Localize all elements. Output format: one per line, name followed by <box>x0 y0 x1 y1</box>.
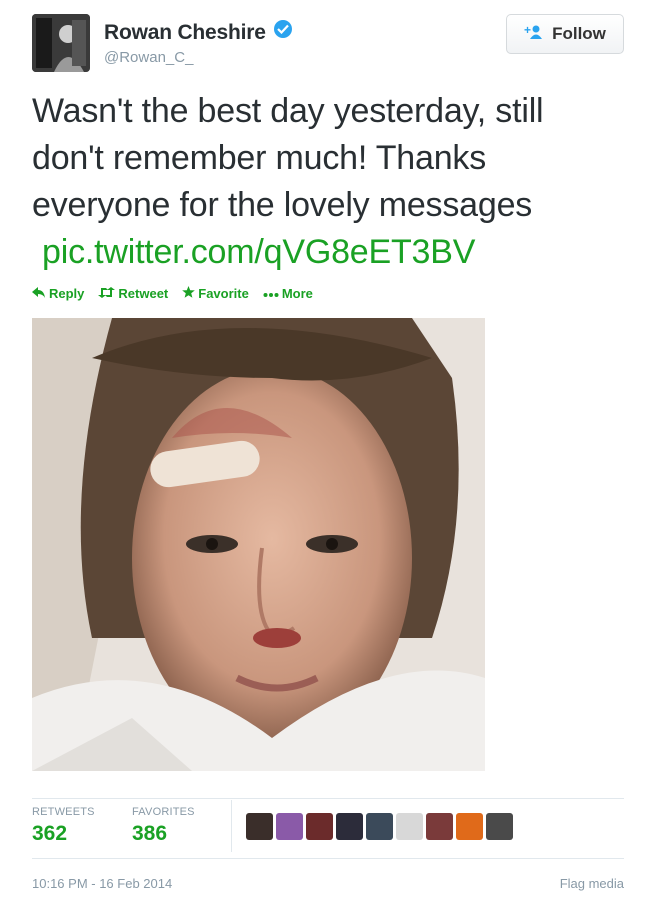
user-fullname[interactable]: Rowan Cheshire <box>104 21 266 44</box>
more-action[interactable]: More <box>263 286 313 301</box>
star-icon <box>182 286 196 301</box>
retweet-icon <box>98 286 116 301</box>
follow-button-label: Follow <box>552 24 606 43</box>
user-avatar[interactable] <box>32 14 90 72</box>
retweets-count: 362 <box>32 822 68 845</box>
favorites-count: 386 <box>132 822 168 845</box>
follow-button[interactable]: + Follow <box>506 14 624 54</box>
tweet-footer: 10:16 PM - 16 Feb 2014 Flag media <box>32 876 624 891</box>
reply-label: Reply <box>49 286 85 301</box>
favoriter-avatars <box>246 813 513 841</box>
favoriter-avatar[interactable] <box>336 813 363 840</box>
reply-icon <box>32 286 46 301</box>
tweet-text: Wasn't the best day yesterday, still don… <box>32 92 544 224</box>
more-dots-icon <box>263 286 279 301</box>
favorites-label: FAVORITES <box>132 806 195 818</box>
favoriter-avatar[interactable] <box>246 813 273 840</box>
tweet-photo[interactable] <box>32 318 485 771</box>
follow-user-icon: + <box>524 23 544 45</box>
favoriter-avatar[interactable] <box>276 813 303 840</box>
retweet-action[interactable]: Retweet <box>98 286 168 301</box>
favoriter-avatar[interactable] <box>486 813 513 840</box>
reply-action[interactable]: Reply <box>32 286 84 301</box>
stats-top-divider <box>32 798 624 799</box>
retweets-stat[interactable]: RETWEETS 362 <box>32 806 95 846</box>
more-label: More <box>281 286 313 301</box>
verified-badge-icon <box>274 20 293 38</box>
favoriter-avatar[interactable] <box>396 813 423 840</box>
user-identity: Rowan Cheshire @Rowan_C_ <box>104 20 293 66</box>
tweet-stats: RETWEETS 362 FAVORITES 386 <box>32 800 624 854</box>
flag-media-link[interactable]: Flag media <box>560 876 624 891</box>
tweet-header: Rowan Cheshire @Rowan_C_ + Follow <box>32 14 626 74</box>
retweets-label: RETWEETS <box>32 806 95 818</box>
favoriter-avatar[interactable] <box>306 813 333 840</box>
favoriter-avatar[interactable] <box>366 813 393 840</box>
stats-bottom-divider <box>32 858 624 859</box>
tweet-media-link[interactable]: pic.twitter.com/qVG8eET3BV <box>42 233 475 271</box>
favorite-action[interactable]: Favorite <box>182 286 249 301</box>
retweet-label: Retweet <box>118 286 169 301</box>
favorites-stat[interactable]: FAVORITES 386 <box>132 806 195 846</box>
tweet-body: Wasn't the best day yesterday, still don… <box>32 88 622 276</box>
favorite-label: Favorite <box>198 286 249 301</box>
favoriter-avatar[interactable] <box>456 813 483 840</box>
tweet-timestamp[interactable]: 10:16 PM - 16 Feb 2014 <box>32 876 172 891</box>
user-handle[interactable]: @Rowan_C_ <box>104 49 292 66</box>
favoriter-avatar[interactable] <box>426 813 453 840</box>
stats-divider <box>231 800 232 852</box>
svg-text:+: + <box>524 24 531 37</box>
tweet-actions: Reply Retweet Favorite More <box>32 286 313 301</box>
